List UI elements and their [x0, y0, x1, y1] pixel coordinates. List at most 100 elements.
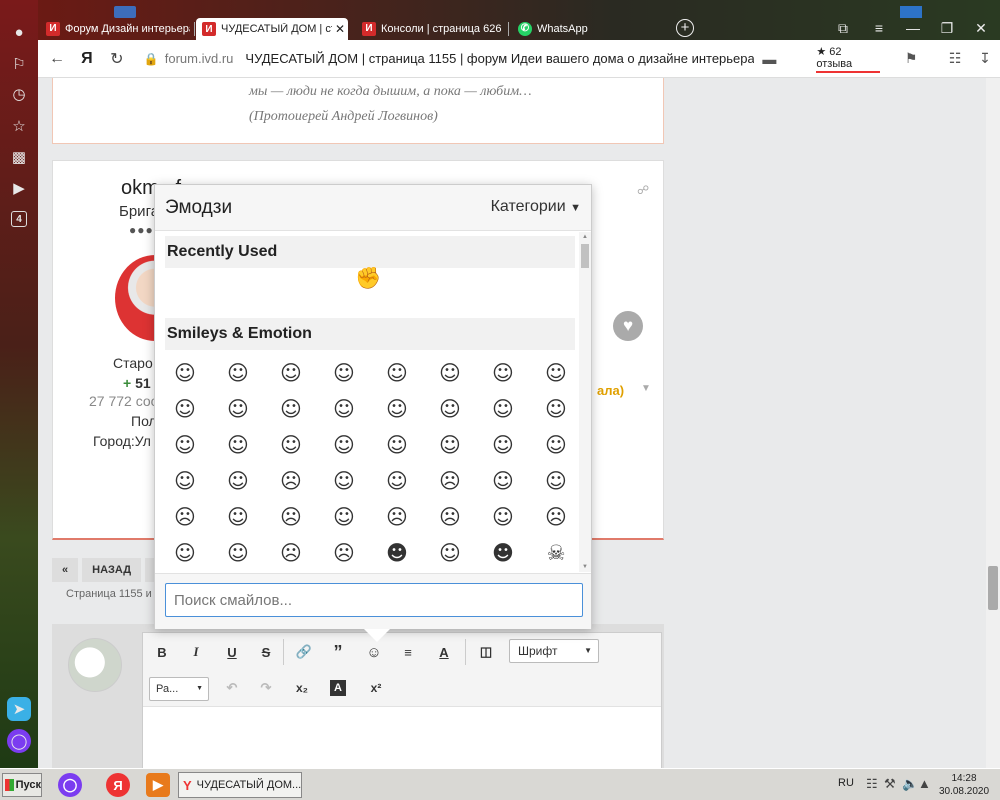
smiley-emoji[interactable]: ☺	[331, 432, 357, 458]
start-button[interactable]: Пуск	[2, 773, 42, 797]
smiley-emoji[interactable]: ☺	[331, 504, 357, 530]
bookmarks-star-icon[interactable]: ☆	[7, 114, 31, 138]
strikethrough-icon[interactable]: S	[255, 641, 277, 663]
alice-assistant-icon[interactable]: ◯	[7, 729, 31, 753]
smiley-emoji[interactable]: ☹	[278, 504, 304, 530]
smiley-emoji[interactable]: ☺	[331, 360, 357, 386]
close-window-icon[interactable]: ✕	[972, 20, 990, 37]
smiley-emoji[interactable]: ☺	[225, 360, 251, 386]
yandex-logo-icon[interactable]: Я	[72, 50, 102, 68]
smiley-emoji[interactable]: ☺	[331, 396, 357, 422]
font-select[interactable]: Шрифт ▼	[509, 639, 599, 663]
smiley-emoji[interactable]: ☺	[437, 432, 463, 458]
undo-icon[interactable]: ↶	[221, 677, 243, 699]
smiley-emoji[interactable]: ☺	[225, 540, 251, 566]
smiley-emoji[interactable]: ☺	[384, 396, 410, 422]
emoji-search-input[interactable]	[165, 583, 583, 617]
smiley-emoji[interactable]: ☺	[384, 432, 410, 458]
smiley-emoji[interactable]: ☺	[490, 360, 516, 386]
smiley-emoji[interactable]: ☹	[437, 504, 463, 530]
minimize-icon[interactable]: —	[904, 20, 922, 36]
smiley-emoji[interactable]: ☺	[490, 432, 516, 458]
smiley-emoji[interactable]: ☺	[543, 360, 569, 386]
smiley-emoji[interactable]: ☺	[278, 360, 304, 386]
smiley-emoji[interactable]: ☺	[490, 396, 516, 422]
smiley-emoji[interactable]: ☺	[172, 432, 198, 458]
history-icon[interactable]: ◷	[7, 82, 31, 106]
collections-icon[interactable]: ▩	[7, 145, 31, 169]
smiley-emoji[interactable]: ☺	[437, 396, 463, 422]
share-icon[interactable]: ☍	[637, 183, 649, 197]
smiley-emoji[interactable]: ☹	[437, 468, 463, 494]
smiley-emoji[interactable]: ☺	[225, 396, 251, 422]
scroll-up-icon[interactable]: ▲	[582, 234, 588, 240]
page-scrollbar[interactable]	[986, 78, 1000, 768]
smiley-emoji[interactable]: ☺	[225, 504, 251, 530]
quote-icon[interactable]: ”	[327, 641, 349, 663]
bookmark-icon[interactable]: ⚑	[896, 50, 926, 67]
translate-icon[interactable]: ☷	[940, 50, 970, 67]
restore-icon[interactable]: ❐	[938, 20, 956, 37]
italic-icon[interactable]: I	[185, 641, 207, 663]
tab-konsoli[interactable]: И Консоли | страница 626	[356, 17, 506, 40]
emoji-scrollbar-thumb[interactable]	[581, 244, 589, 268]
smiley-emoji[interactable]: ☺	[331, 468, 357, 494]
smiley-emoji[interactable]: ☺	[490, 468, 516, 494]
categories-dropdown[interactable]: Категории ▼	[491, 198, 581, 216]
smiley-emoji[interactable]: ☺	[278, 432, 304, 458]
page-title[interactable]: ЧУДЕСАТЫЙ ДОМ | страница 1155 | форум Ид…	[245, 51, 754, 66]
download-icon[interactable]: ↧	[970, 50, 1000, 67]
smiley-emoji[interactable]: ☺	[384, 360, 410, 386]
list-icon[interactable]: ≡	[397, 641, 419, 663]
smiley-emoji[interactable]: ☺	[172, 468, 198, 494]
smiley-emoji[interactable]: ☺	[490, 504, 516, 530]
smiley-emoji[interactable]: ☺	[543, 396, 569, 422]
taskbar-window-button[interactable]: Y ЧУДЕСАТЫЙ ДОМ...	[178, 772, 302, 798]
smiley-emoji[interactable]: ☻	[490, 540, 516, 566]
scroll-down-icon[interactable]: ▼	[582, 564, 588, 570]
new-tab-button[interactable]: +	[676, 19, 694, 37]
preview-icon[interactable]: ◫	[475, 641, 497, 663]
profile-icon[interactable]: ●	[7, 20, 31, 44]
smiley-emoji[interactable]: ☺	[437, 360, 463, 386]
smiley-emoji[interactable]: ☹	[331, 540, 357, 566]
keyboard-language[interactable]: RU	[838, 777, 854, 789]
counter-badge[interactable]: 4	[11, 211, 27, 227]
url-host[interactable]: forum.ivd.ru	[165, 51, 234, 66]
messenger-app-icon[interactable]: ➤	[7, 697, 31, 721]
heart-icon[interactable]: ♥	[613, 311, 643, 341]
media-player-quicklaunch-icon[interactable]: ▶	[146, 773, 170, 797]
underline-icon[interactable]: U	[221, 641, 243, 663]
smiley-emoji[interactable]: ☹	[278, 468, 304, 494]
tab-forum-design[interactable]: И Форум Дизайн интерьера	[40, 17, 190, 40]
smiley-emoji[interactable]: ☺	[172, 396, 198, 422]
smiley-emoji[interactable]: ☺	[225, 432, 251, 458]
emoji-icon[interactable]: ☺	[363, 641, 385, 663]
link-icon[interactable]: 🔗	[293, 641, 315, 663]
text-color-icon[interactable]: A	[433, 641, 455, 663]
smiley-emoji[interactable]: ☺	[543, 468, 569, 494]
tray-volume-icon[interactable]: 🔈	[902, 776, 918, 792]
smiley-emoji[interactable]: ☺	[437, 540, 463, 566]
prev-page-button[interactable]: «	[52, 558, 79, 582]
smiley-emoji[interactable]: ☠	[543, 540, 569, 566]
tray-safely-remove-icon[interactable]: ▲	[918, 776, 931, 791]
menu-icon[interactable]: ≡	[870, 20, 888, 36]
emoji-scrollbar[interactable]: ▲ ▼	[579, 232, 591, 572]
smiley-emoji[interactable]: ☺	[384, 468, 410, 494]
recent-emoji[interactable]: ✊	[355, 265, 381, 291]
redo-icon[interactable]: ↷	[255, 677, 277, 699]
reviews-badge[interactable]: ★ 62 отзыва	[816, 45, 881, 73]
smiley-emoji[interactable]: ☺	[278, 396, 304, 422]
size-select[interactable]: Ра... ▼	[149, 677, 209, 701]
chevron-down-icon[interactable]: ▼	[641, 383, 651, 394]
close-tab-icon[interactable]: ✕	[332, 22, 348, 36]
smiley-emoji[interactable]: ☺	[225, 468, 251, 494]
font-size-icon[interactable]: A	[330, 680, 346, 696]
smiley-emoji[interactable]: ☺	[172, 540, 198, 566]
tray-network-icon[interactable]: ☷	[866, 776, 878, 792]
tray-clock[interactable]: 14:28 30.08.2020	[934, 772, 994, 798]
tray-tool-icon[interactable]: ⚒	[884, 776, 896, 792]
smiley-emoji[interactable]: ☹	[172, 504, 198, 530]
page-scrollbar-thumb[interactable]	[988, 566, 998, 610]
